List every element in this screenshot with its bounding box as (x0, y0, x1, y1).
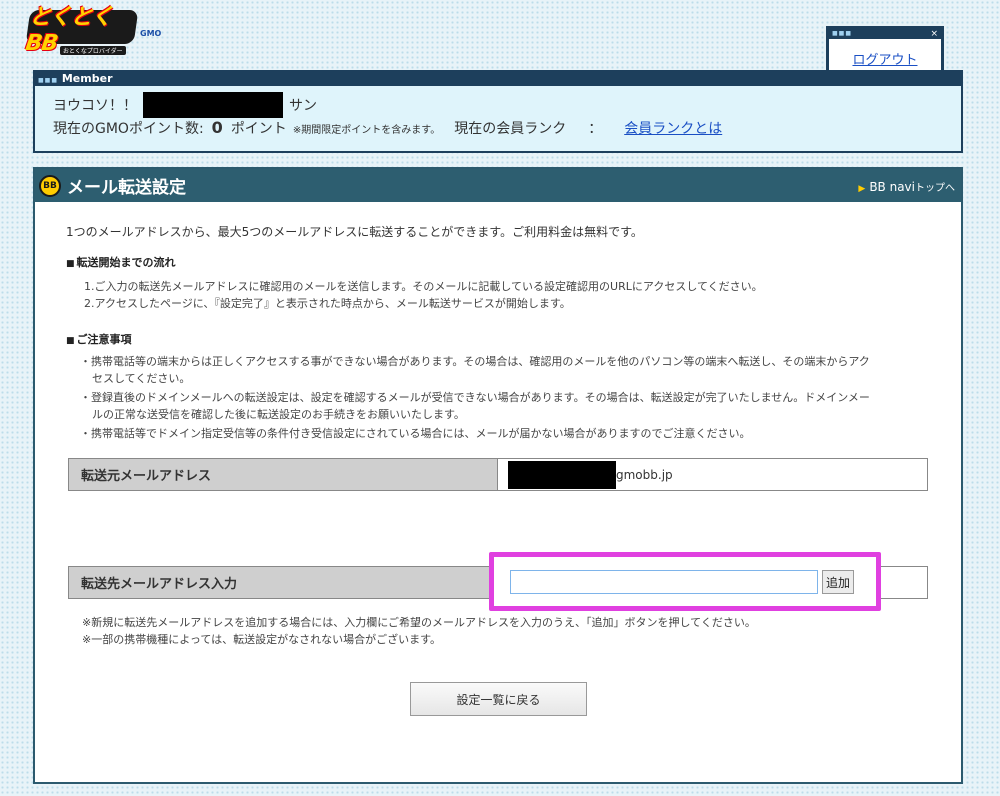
redacted-email (508, 460, 616, 489)
greeting-row: ヨウコソ！！ サン (53, 92, 961, 118)
rank-colon: ： (588, 121, 603, 137)
redacted-name (143, 92, 283, 118)
note-line: ルの正常な送受信を確認した後に転送設定のお手続きをお願いいたします。 (92, 408, 465, 421)
page-title: メール転送設定 (67, 178, 186, 198)
source-address-label: 転送元メールアドレス (69, 459, 498, 490)
flow-step: 2.アクセスしたページに、『設定完了』と表示された時点から、メール転送サービスが… (84, 297, 571, 310)
points-row: 現在のGMOポイント数: 0 ポイント ※期間限定ポイントを含みます。 現在の会… (53, 118, 961, 138)
bb-navi-top-link[interactable]: ▶ BB naviトップへ (858, 179, 955, 194)
member-panel: ■■■ Member ヨウコソ！！ サン 現在のGMOポイント数: 0 ポイント… (33, 70, 963, 153)
source-address-row: 転送元メールアドレス gmobb.jp (68, 458, 928, 491)
member-header: ■■■ Member (35, 72, 961, 86)
add-button[interactable]: 追加 (822, 570, 854, 594)
close-icon[interactable]: × (930, 29, 938, 39)
site-logo[interactable]: とくとくBB おとくなプロバイダー GMO (24, 5, 168, 56)
greeting-text: ヨウコソ！！ (53, 98, 137, 114)
flow-section-title: ■ 転送開始までの流れ (66, 256, 176, 269)
intro-text: 1つのメールアドレスから、最大5つのメールアドレスに転送することができます。ご利… (66, 225, 643, 239)
back-to-list-button[interactable]: 設定一覧に戻る (410, 682, 587, 716)
points-unit: ポイント (230, 121, 287, 137)
logo-gmo: GMO (140, 29, 162, 38)
logout-link[interactable]: ログアウト (829, 49, 941, 68)
flow-step: 1.ご入力の転送先メールアドレスに確認用のメールを送信します。そのメールに記載し… (84, 280, 763, 293)
dots-icon: ■■■ (832, 30, 853, 37)
points-value: 0 (211, 118, 223, 137)
destination-email-input[interactable] (510, 570, 818, 594)
square-bullet-icon: ■ (66, 259, 75, 269)
rank-label: 現在の会員ランク (454, 121, 567, 137)
footnote-line: ※新規に転送先メールアドレスを追加する場合には、入力欄にご希望のメールアドレスを… (82, 616, 756, 629)
greeting-suffix: サン (289, 98, 317, 114)
note-line: ・登録直後のドメインメールへの転送設定は、設定を確認するメールが受信できない場合… (80, 391, 870, 404)
rank-info-link[interactable]: 会員ランクとは (624, 118, 722, 138)
destination-address-label: 転送先メールアドレス入力 (69, 567, 498, 598)
source-domain: gmobb.jp (616, 467, 673, 482)
note-line: セスしてください。 (92, 372, 191, 385)
square-bullet-icon: ■ (66, 336, 75, 346)
note-line: ・携帯電話等の端末からは正しくアクセスする事ができない場合があります。その場合は… (80, 355, 870, 368)
points-label: 現在のGMOポイント数: (53, 121, 204, 137)
arrow-right-icon: ▶ (858, 184, 866, 194)
logo-badge: とくとくBB (24, 5, 139, 56)
logout-box-titlebar: ■■■ × (829, 29, 941, 39)
panel-header: BB メール転送設定 ▶ BB naviトップへ (35, 169, 961, 202)
logo-tagline: おとくなプロバイダー (60, 46, 126, 55)
source-address-value: gmobb.jp (498, 459, 927, 490)
dots-icon: ■■■ (38, 77, 59, 84)
member-heading: Member (61, 72, 113, 85)
navi-label: BB navi (869, 180, 915, 194)
highlight-frame: 追加 (489, 552, 881, 611)
notes-section-title: ■ ご注意事項 (66, 333, 132, 346)
navi-suffix: トップへ (915, 183, 955, 194)
bb-icon: BB (39, 174, 61, 197)
note-line: ・携帯電話等でドメイン指定受信等の条件付き受信設定にされている場合には、メールが… (80, 427, 751, 440)
footnote-line: ※一部の携帯機種によっては、転送設定がなされない場合がございます。 (82, 633, 442, 646)
points-note: ※期間限定ポイントを含みます。 (292, 125, 441, 136)
